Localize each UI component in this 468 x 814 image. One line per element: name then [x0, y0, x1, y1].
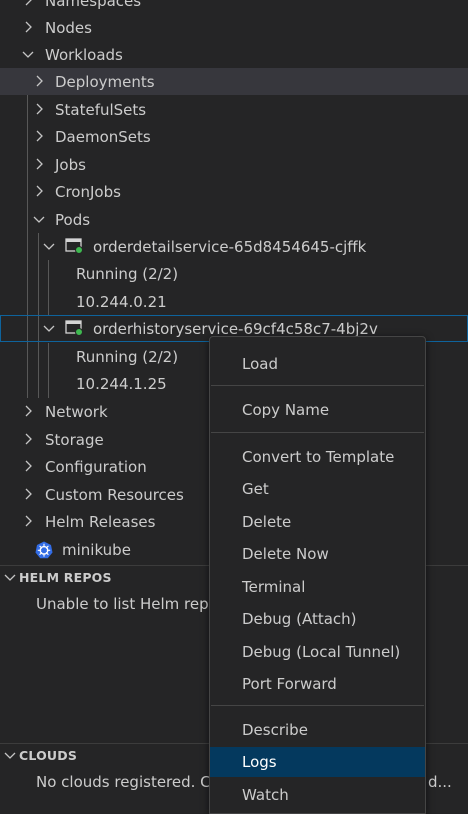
chevron-right-icon [31, 183, 47, 199]
menu-separator [211, 705, 424, 706]
pod-name: orderhistoryservice-69cf4c58c7-4bj2v [93, 319, 378, 338]
menu-item-label: Describe [242, 721, 308, 739]
tree-item-cronjobs[interactable]: CronJobs [0, 178, 468, 205]
chevron-right-icon [20, 513, 36, 529]
menu-item-label: Convert to Template [242, 448, 395, 466]
chevron-right-icon [20, 0, 36, 8]
tree-item-statefulsets[interactable]: StatefulSets [0, 96, 468, 123]
tree-item-workloads[interactable]: Workloads [0, 41, 468, 68]
chevron-right-icon [31, 101, 47, 117]
tree-item-daemonsets[interactable]: DaemonSets [0, 123, 468, 150]
clouds-message-tail: d... [428, 773, 452, 791]
tree-item-jobs[interactable]: Jobs [0, 151, 468, 178]
tree-item-label: Workloads [45, 45, 123, 64]
menu-item-port-forward[interactable]: Port Forward [210, 669, 425, 699]
chevron-right-icon [31, 128, 47, 144]
chevron-down-icon [41, 238, 57, 254]
menu-item-label: Debug (Attach) [242, 610, 357, 628]
tree-item-label: Helm Releases [45, 512, 156, 531]
pod-name: orderdetailservice-65d8454645-cjffk [93, 237, 367, 256]
tree-item-label: Nodes [45, 18, 92, 37]
tree-item-label: minikube [62, 540, 131, 559]
chevron-down-icon [31, 211, 47, 227]
menu-item-logs[interactable]: Logs [210, 747, 425, 777]
tree-item-deployments[interactable]: Deployments [0, 68, 468, 95]
chevron-right-icon [31, 73, 47, 89]
helm-repos-message: Unable to list Helm repo [36, 595, 218, 613]
menu-item-load[interactable]: Load [210, 349, 425, 379]
menu-item-get[interactable]: Get [210, 474, 425, 504]
chevron-down-icon [2, 747, 18, 763]
menu-separator [211, 432, 424, 433]
tree-item-label: Deployments [55, 72, 155, 91]
chevron-right-icon [20, 19, 36, 35]
chevron-right-icon [20, 486, 36, 502]
tree-item-label: DaemonSets [55, 127, 151, 146]
chevron-down-icon [20, 46, 36, 62]
pod-status: Running (2/2) [76, 347, 179, 366]
menu-item-describe[interactable]: Describe [210, 715, 425, 745]
menu-item-label: Logs [242, 753, 277, 771]
chevron-right-icon [20, 431, 36, 447]
menu-item-label: Delete Now [242, 545, 329, 563]
tree-item-label: Network [45, 402, 108, 421]
menu-item-label: Copy Name [242, 401, 330, 419]
chevron-right-icon [20, 458, 36, 474]
menu-item-label: Get [242, 480, 269, 498]
menu-item-delete-now[interactable]: Delete Now [210, 539, 425, 569]
clouds-message: No clouds registered. Cli [36, 773, 219, 791]
menu-item-label: Load [242, 355, 278, 373]
pod-running-icon [65, 320, 83, 336]
menu-item-terminal[interactable]: Terminal [210, 572, 425, 602]
tree-item-label: CronJobs [55, 182, 121, 201]
pod-status: Running (2/2) [76, 264, 179, 283]
pod-running-icon [65, 238, 83, 254]
tree-item-label: Storage [45, 430, 104, 449]
chevron-right-icon [31, 156, 47, 172]
tree-item-label: Namespaces [45, 0, 142, 10]
context-menu: Load Copy Name Convert to Template Get D… [209, 336, 426, 814]
menu-item-watch[interactable]: Watch [210, 780, 425, 810]
menu-item-debug-local-tunnel[interactable]: Debug (Local Tunnel) [210, 637, 425, 667]
tree-item-pod[interactable]: orderdetailservice-65d8454645-cjffk [0, 233, 468, 260]
tree-item-pods[interactable]: Pods [0, 206, 468, 233]
tree-item-label: Configuration [45, 457, 147, 476]
chevron-down-icon [2, 569, 18, 585]
menu-item-label: Terminal [242, 578, 306, 596]
tree-item-pod-status[interactable]: Running (2/2) [0, 260, 468, 287]
section-title: CLOUDS [19, 747, 78, 763]
tree-item-label: Custom Resources [45, 485, 184, 504]
tree-item-label: Jobs [55, 155, 86, 174]
tree-item-nodes[interactable]: Nodes [0, 14, 468, 41]
chevron-down-icon [41, 320, 57, 336]
section-title: HELM REPOS [19, 569, 112, 585]
menu-item-debug-attach[interactable]: Debug (Attach) [210, 604, 425, 634]
kubernetes-icon [35, 541, 53, 559]
pod-ip: 10.244.1.25 [76, 374, 167, 393]
menu-item-copy-name[interactable]: Copy Name [210, 395, 425, 425]
tree-item-label: Pods [55, 210, 91, 229]
menu-item-label: Debug (Local Tunnel) [242, 643, 401, 661]
tree-item-pod-ip[interactable]: 10.244.0.21 [0, 288, 468, 315]
menu-item-label: Watch [242, 786, 289, 804]
menu-item-delete[interactable]: Delete [210, 507, 425, 537]
tree-item-namespaces[interactable]: Namespaces [0, 0, 468, 14]
chevron-right-icon [20, 403, 36, 419]
menu-item-label: Port Forward [242, 675, 337, 693]
tree-item-label: StatefulSets [55, 100, 147, 119]
menu-separator [211, 385, 424, 386]
pod-ip: 10.244.0.21 [76, 292, 167, 311]
menu-item-convert-to-template[interactable]: Convert to Template [210, 442, 425, 472]
menu-item-label: Delete [242, 513, 292, 531]
